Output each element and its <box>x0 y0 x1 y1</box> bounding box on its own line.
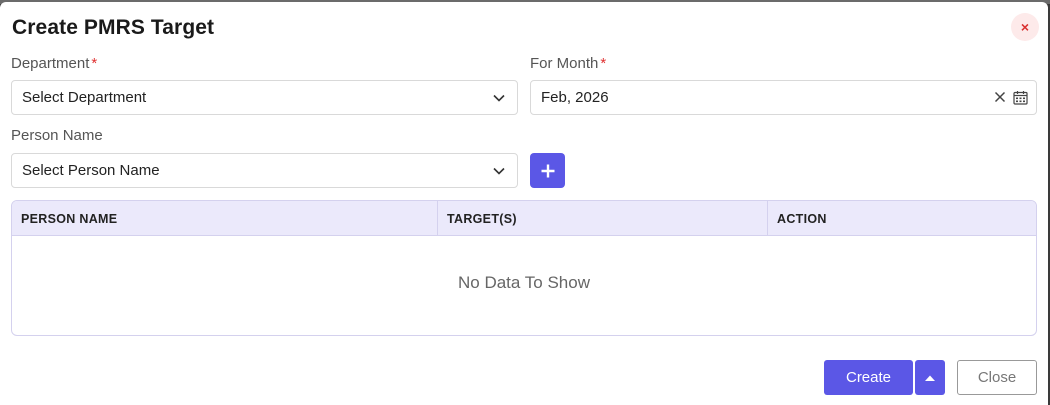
create-button[interactable]: Create <box>824 360 913 395</box>
chevron-down-icon <box>493 94 505 102</box>
add-person-button[interactable] <box>530 153 565 188</box>
close-button[interactable]: Close <box>957 360 1037 395</box>
for-month-datepicker[interactable]: Feb, 2026 <box>530 80 1037 115</box>
create-options-button[interactable] <box>915 360 945 395</box>
for-month-label: For Month * <box>530 55 606 72</box>
column-header-action: ACTION <box>777 211 827 226</box>
person-name-select[interactable]: Select Person Name <box>11 153 518 188</box>
clear-icon[interactable] <box>994 91 1006 103</box>
chevron-down-icon <box>493 167 505 175</box>
for-month-value: Feb, 2026 <box>541 89 609 106</box>
department-label: Department * <box>11 55 97 72</box>
caret-up-icon <box>925 375 935 381</box>
required-marker: * <box>91 55 98 72</box>
empty-state-text: No Data To Show <box>458 273 590 292</box>
close-icon[interactable]: × <box>1011 13 1039 41</box>
department-select[interactable]: Select Department <box>11 80 518 115</box>
column-header-targets: TARGET(S) <box>438 201 768 236</box>
person-name-select-value: Select Person Name <box>22 162 160 179</box>
column-header-person-name: PERSON NAME <box>12 201 438 236</box>
plus-icon <box>541 164 554 177</box>
modal-title: Create PMRS Target <box>12 16 215 39</box>
for-month-label-text: For Month <box>530 55 599 72</box>
table-header: PERSON NAME TARGET(S) ACTION <box>12 201 1036 236</box>
required-marker: * <box>600 55 607 72</box>
department-label-text: Department <box>11 55 90 72</box>
department-select-value: Select Department <box>22 89 147 106</box>
calendar-icon[interactable] <box>1013 90 1028 105</box>
targets-table: PERSON NAME TARGET(S) ACTION No Data To … <box>11 200 1037 336</box>
person-name-label: Person Name <box>11 127 103 144</box>
create-pmrs-target-modal: Create PMRS Target × Department * Select … <box>0 2 1048 405</box>
